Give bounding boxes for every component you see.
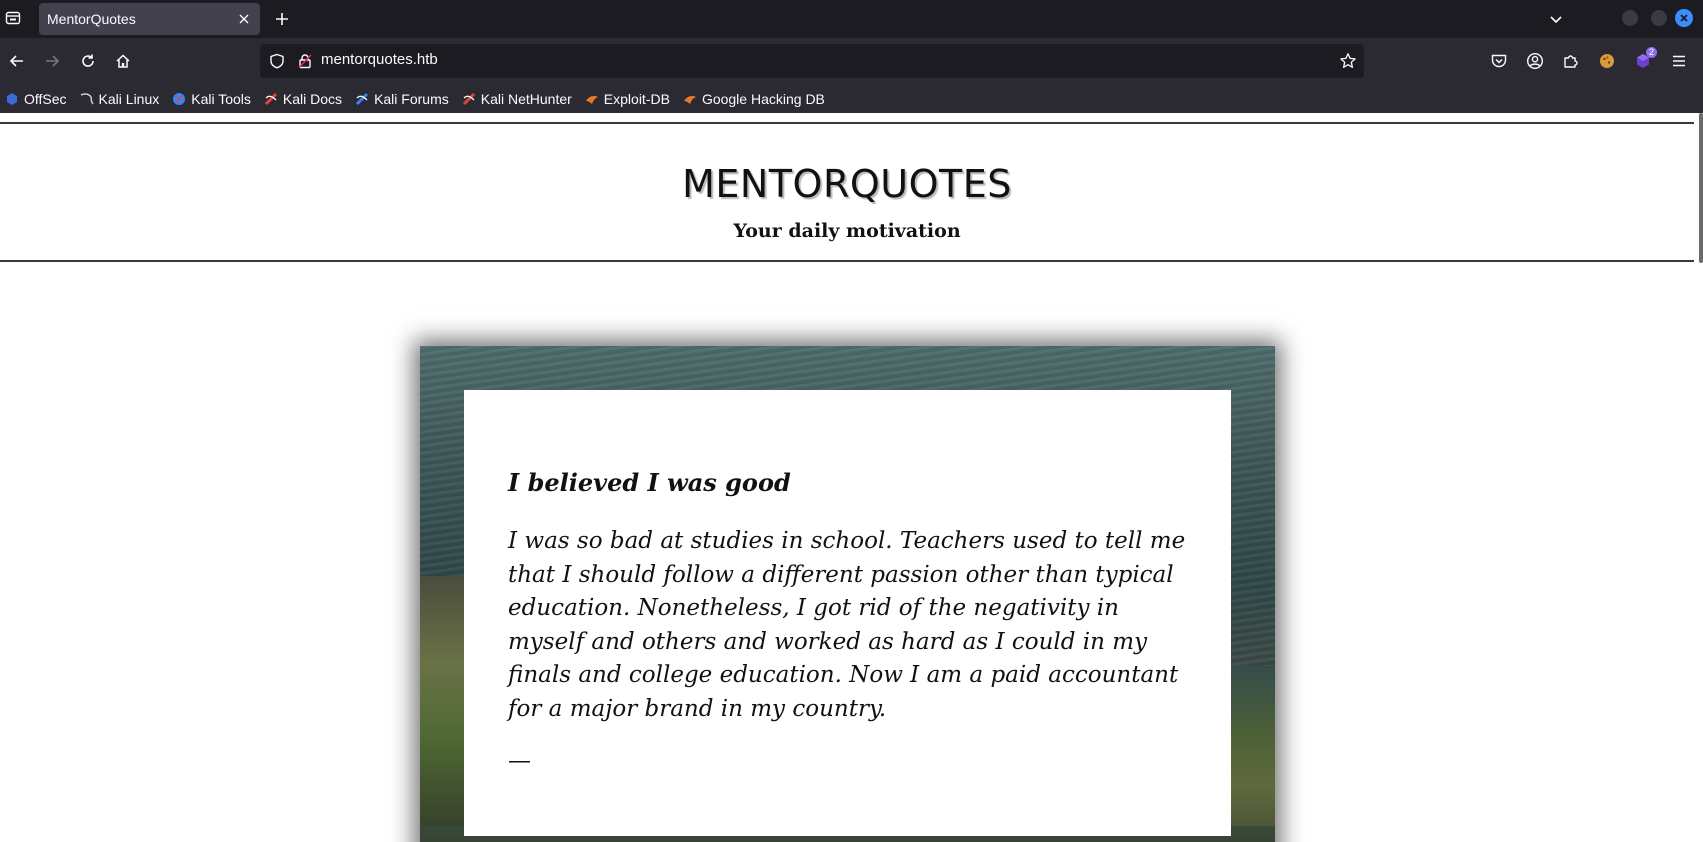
quote-card: I believed I was good I was so bad at st…	[464, 390, 1231, 836]
site-title: MENTORQUOTES	[682, 162, 1012, 206]
quote-background-image: I believed I was good I was so bad at st…	[420, 346, 1275, 842]
bookmark-star-icon[interactable]	[1338, 51, 1358, 71]
new-tab-icon[interactable]	[269, 6, 295, 32]
extensions-count-badge: 2	[1645, 47, 1657, 58]
home-icon[interactable]	[109, 47, 137, 75]
cliff-rocks-right	[1231, 666, 1275, 842]
tab-strip: MentorQuotes	[0, 0, 1703, 38]
forward-arrow-icon[interactable]	[38, 47, 66, 75]
url-text[interactable]: mentorquotes.htb	[321, 51, 438, 68]
quote-title: I believed I was good	[508, 468, 791, 497]
bookmark-kali-linux[interactable]: Kali Linux	[79, 88, 160, 110]
navigation-toolbar: mentorquotes.htb 2	[0, 38, 1703, 84]
bookmark-label: Kali NetHunter	[480, 90, 572, 107]
bookmark-label: Kali Docs	[282, 90, 343, 107]
hamburger-menu-icon[interactable]	[1665, 47, 1693, 75]
bookmark-kali-tools[interactable]: Kali Tools	[171, 88, 251, 110]
insecure-lock-icon[interactable]	[296, 52, 314, 70]
bookmark-label: Kali Linux	[98, 90, 160, 107]
bookmark-label: OffSec	[24, 90, 67, 107]
back-arrow-icon[interactable]	[3, 47, 31, 75]
kali-tools-icon	[171, 91, 187, 107]
quote-author: —	[508, 748, 531, 774]
close-window-button[interactable]	[1675, 9, 1693, 27]
bookmarks-toolbar: OffSec Kali Linux Kali Tools Kali Docs K…	[0, 84, 1703, 113]
bookmark-label: Kali Forums	[374, 90, 449, 107]
pocket-icon[interactable]	[1485, 47, 1513, 75]
extensions-puzzle-icon[interactable]	[1557, 47, 1585, 75]
kali-nethunter-icon	[461, 91, 477, 107]
close-tab-icon[interactable]	[232, 7, 256, 31]
bookmark-kali-docs[interactable]: Kali Docs	[263, 88, 342, 110]
page-viewport: MENTORQUOTES Your daily motivation I bel…	[0, 113, 1703, 842]
site-subtitle: Your daily motivation	[733, 220, 961, 242]
bookmark-kali-forums[interactable]: Kali Forums	[354, 88, 449, 110]
bookmark-kali-nethunter[interactable]: Kali NetHunter	[461, 88, 572, 110]
minimize-window-button[interactable]	[1622, 10, 1638, 26]
bookmark-label: Exploit-DB	[603, 90, 670, 107]
bookmark-label: Kali Tools	[191, 90, 251, 107]
reload-icon[interactable]	[74, 47, 102, 75]
ghdb-icon	[682, 91, 698, 107]
maximize-window-button[interactable]	[1651, 10, 1667, 26]
bookmark-offsec[interactable]: OffSec	[4, 88, 67, 110]
offsec-icon	[4, 91, 20, 107]
cliff-rocks-left	[420, 576, 464, 842]
cookie-extension-icon[interactable]	[1593, 47, 1621, 75]
kali-linux-icon	[79, 91, 95, 107]
chevron-down-icon[interactable]	[1543, 6, 1569, 32]
firefox-view-icon[interactable]	[2, 7, 24, 29]
kali-forums-icon	[354, 91, 370, 107]
bookmark-exploit-db[interactable]: Exploit-DB	[584, 88, 670, 110]
vertical-scrollbar[interactable]	[1699, 113, 1703, 263]
extension-badge-icon[interactable]: 2	[1629, 47, 1657, 75]
bookmark-label: Google Hacking DB	[701, 90, 825, 107]
exploit-db-icon	[584, 91, 600, 107]
site-header: MENTORQUOTES Your daily motivation	[0, 122, 1694, 262]
bookmark-google-hacking-db[interactable]: Google Hacking DB	[682, 88, 825, 110]
quote-body: I was so bad at studies in school. Teach…	[508, 528, 1186, 722]
tab-title: MentorQuotes	[47, 11, 136, 27]
account-icon[interactable]	[1521, 47, 1549, 75]
tab-mentorquotes[interactable]: MentorQuotes	[39, 3, 260, 35]
kali-docs-icon	[263, 91, 279, 107]
tracking-protection-shield-icon[interactable]	[268, 52, 286, 70]
address-bar[interactable]: mentorquotes.htb	[260, 44, 1364, 78]
